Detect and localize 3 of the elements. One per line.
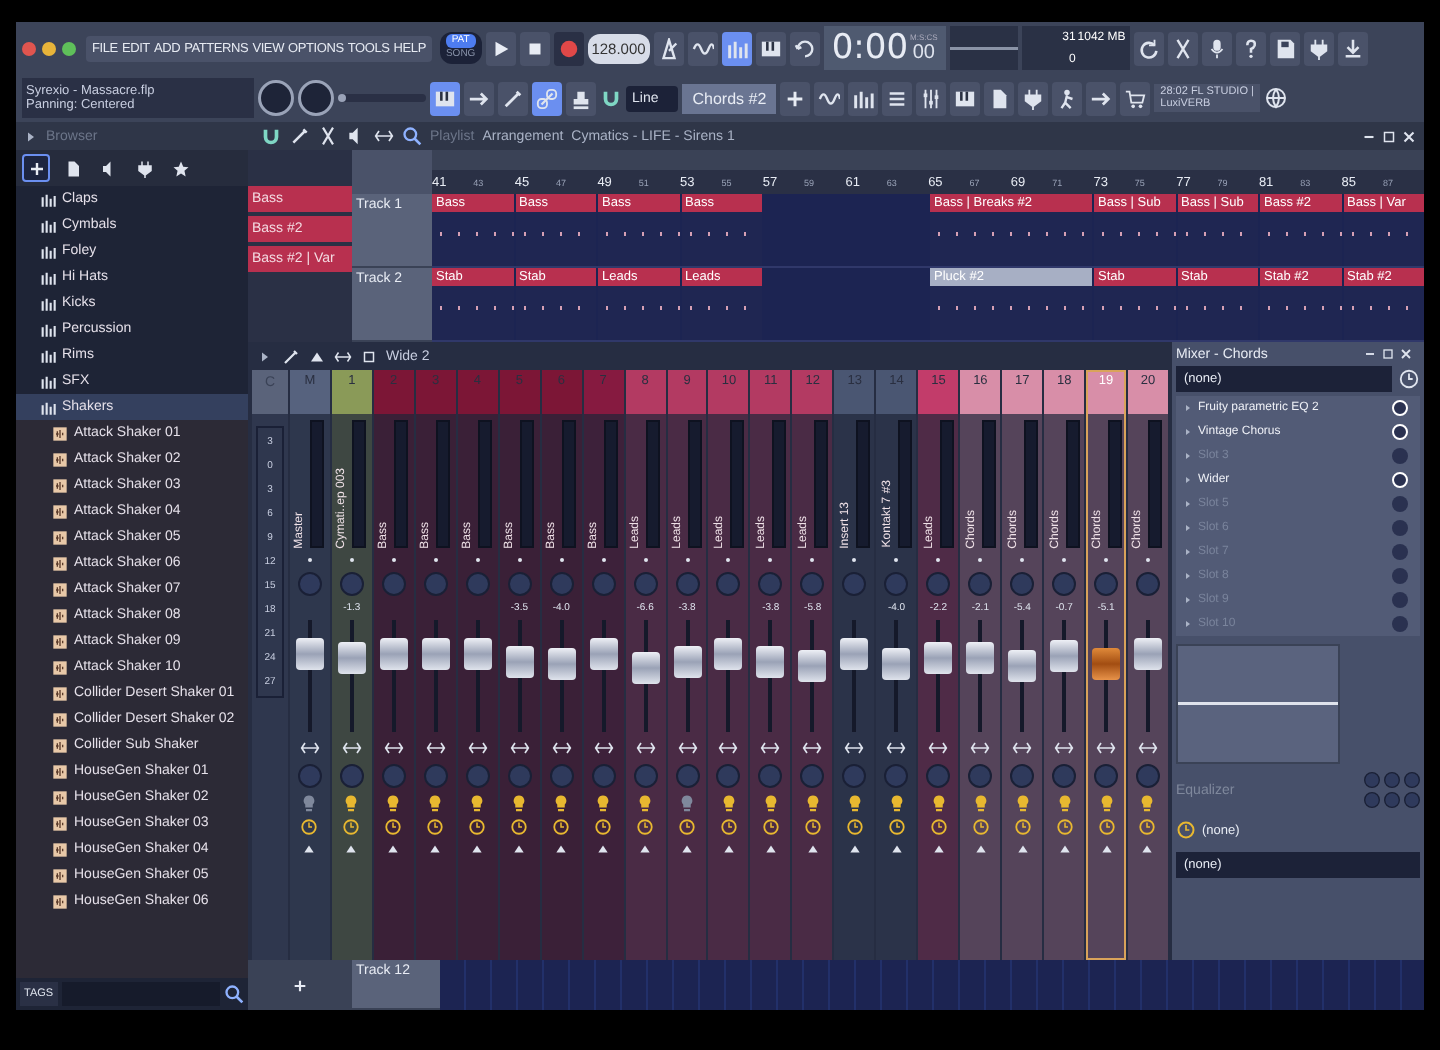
time-value: 0:00 <box>831 28 909 68</box>
time-fraction: 00 <box>912 42 935 64</box>
pattern-selector[interactable]: Chords #2 <box>682 83 777 113</box>
